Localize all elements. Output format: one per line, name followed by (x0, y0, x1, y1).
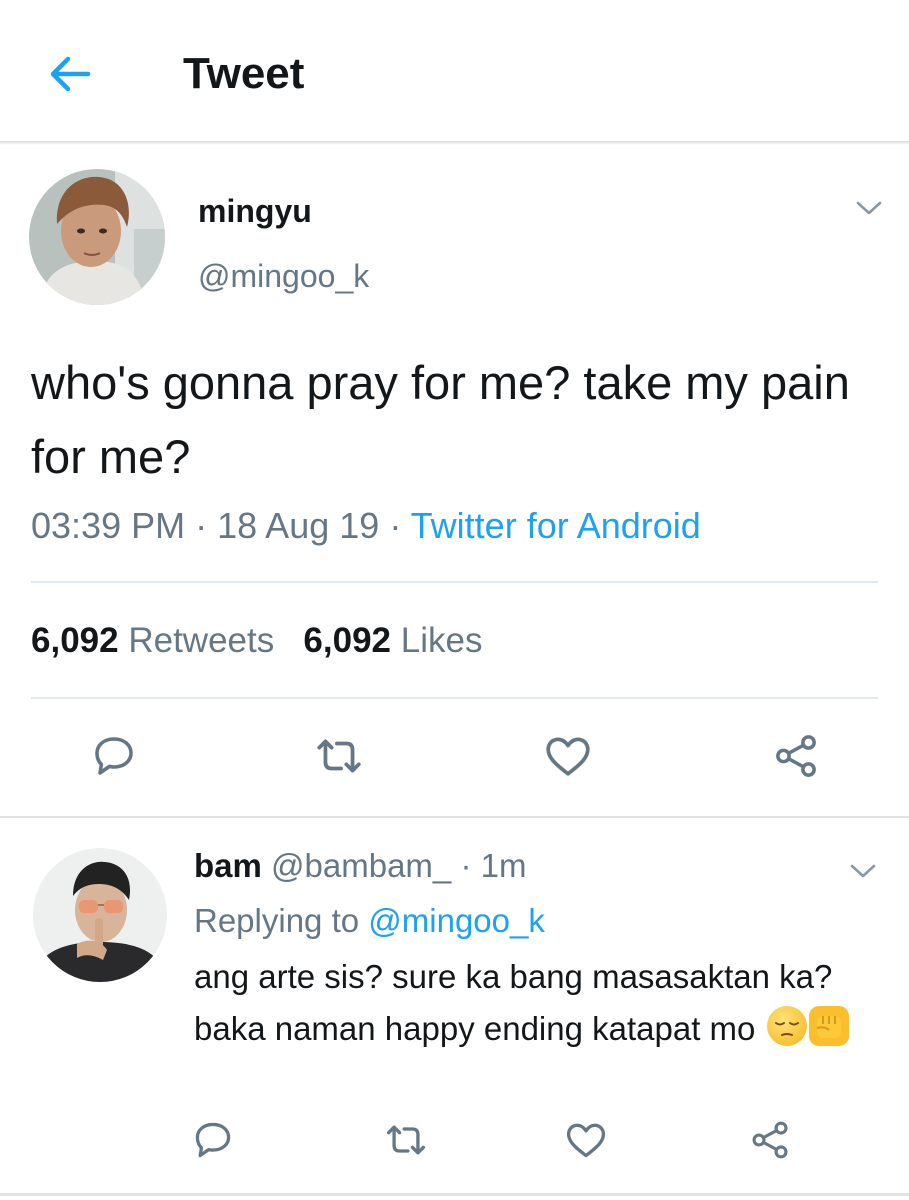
meta-separator: · (389, 505, 402, 546)
author-handle[interactable]: @mingoo_k (198, 255, 369, 297)
arrow-left-icon (50, 56, 91, 92)
share-icon (776, 735, 816, 777)
like-button[interactable] (556, 1110, 616, 1170)
replying-to-link[interactable]: @mingoo_k (368, 902, 545, 939)
avatar[interactable] (29, 169, 165, 305)
reply-icon (195, 1122, 231, 1158)
reply-header: bam @bambam_ · 1m (194, 842, 526, 890)
divider (0, 1193, 909, 1196)
share-button[interactable] (766, 726, 826, 786)
likes-label: Likes (400, 621, 483, 660)
tweet-meta: 03:39 PM · 18 Aug 19 · Twitter for Andro… (31, 501, 701, 551)
like-icon (566, 1123, 606, 1158)
raised-fist-emoji (808, 1006, 849, 1046)
reply-age: 1m (480, 847, 527, 884)
tweet-stats: 6,092 Retweets 6,092 Likes (31, 617, 482, 665)
retweets-count: 6,092 (31, 621, 119, 660)
replying-to: Replying to @mingoo_k (194, 897, 545, 945)
back-button[interactable] (44, 48, 96, 100)
header-shadow (0, 141, 909, 145)
reply-text: ang arte sis? sure ka bang masasaktan ka… (194, 958, 833, 1047)
retweet-icon (386, 1125, 426, 1155)
replying-prefix: Replying to (194, 902, 360, 939)
tweet-text: who's gonna pray for me? take my pain fo… (31, 356, 850, 483)
author-handle[interactable]: @bambam_ (271, 847, 451, 884)
share-icon (752, 1121, 788, 1159)
top-app-bar (0, 0, 909, 142)
tweet-time: 03:39 PM (31, 505, 186, 546)
avatar-photo (33, 848, 167, 982)
reply-button[interactable] (183, 1110, 243, 1170)
author-name[interactable]: mingyu (198, 190, 312, 232)
retweet-button[interactable] (309, 726, 369, 786)
like-icon (546, 737, 590, 776)
retweets-stat[interactable]: 6,092 Retweets (31, 621, 274, 660)
author-name[interactable]: bam (194, 847, 262, 884)
like-button[interactable] (538, 726, 598, 786)
divider (31, 697, 878, 699)
section-separator (0, 816, 909, 818)
reply-text-block: ang arte sis? sure ka bang masasaktan ka… (194, 951, 884, 1055)
retweet-button[interactable] (376, 1110, 436, 1170)
pensive-face-emoji (766, 1006, 807, 1046)
tweet-source-link[interactable]: Twitter for Android (411, 505, 701, 546)
retweet-icon (317, 739, 361, 773)
retweets-label: Retweets (128, 621, 275, 660)
tweet-date: 18 Aug 19 (217, 505, 380, 546)
avatar[interactable] (33, 848, 167, 982)
meta-separator: · (195, 505, 208, 546)
likes-stat[interactable]: 6,092 Likes (303, 621, 482, 660)
meta-separator: · (460, 847, 472, 884)
chevron-down-icon (850, 864, 876, 878)
avatar-photo (29, 169, 165, 305)
reply-button[interactable] (84, 726, 144, 786)
tweet-menu-button[interactable] (842, 853, 884, 889)
chevron-down-icon (856, 201, 882, 215)
reply-icon (95, 737, 133, 775)
page-title: Tweet (183, 49, 305, 98)
share-button[interactable] (740, 1110, 800, 1170)
tweet-menu-button[interactable] (848, 190, 890, 226)
likes-count: 6,092 (303, 621, 392, 660)
divider (31, 581, 878, 583)
